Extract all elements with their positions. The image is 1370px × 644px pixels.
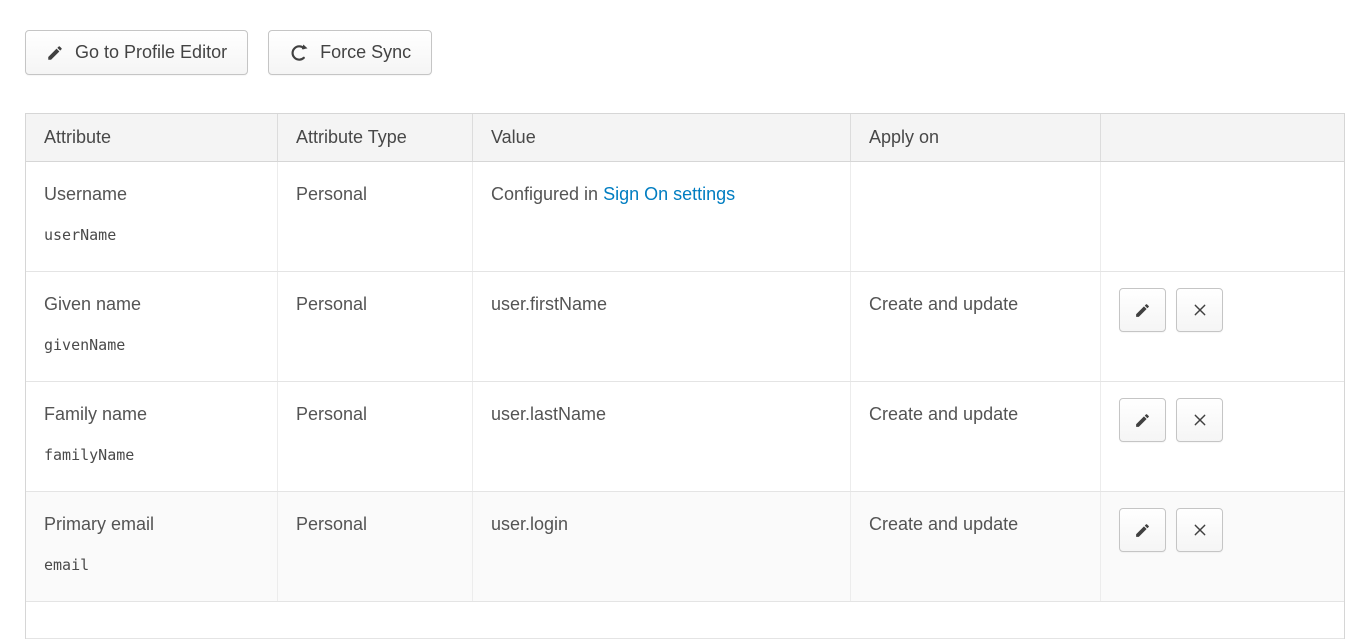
toolbar: Go to Profile Editor Force Sync (25, 30, 1345, 75)
pencil-icon (1134, 522, 1151, 539)
attribute-label: Given name (44, 292, 259, 316)
attribute-type-cell: Personal (278, 382, 473, 491)
apply-on-cell: Create and update (851, 272, 1101, 381)
attribute-type-cell: Personal (278, 272, 473, 381)
pencil-icon (46, 44, 64, 62)
attribute-label: Username (44, 182, 259, 206)
apply-on-cell (851, 162, 1101, 271)
pencil-icon (1134, 412, 1151, 429)
attribute-cell: Family name familyName (26, 382, 278, 491)
edit-attribute-button[interactable] (1119, 288, 1166, 332)
go-to-profile-editor-button[interactable]: Go to Profile Editor (25, 30, 248, 75)
attribute-cell: Primary email email (26, 492, 278, 601)
delete-attribute-button[interactable] (1176, 288, 1223, 332)
sync-icon (289, 43, 309, 63)
edit-attribute-button[interactable] (1119, 508, 1166, 552)
go-to-profile-editor-label: Go to Profile Editor (75, 42, 227, 63)
attribute-mapping-table: Attribute Attribute Type Value Apply on … (25, 113, 1345, 639)
force-sync-button[interactable]: Force Sync (268, 30, 432, 75)
value-cell: Configured in Sign On settings (473, 162, 851, 271)
attribute-variable-name: email (44, 553, 259, 577)
column-header-attribute: Attribute (26, 114, 278, 161)
attribute-variable-name: familyName (44, 443, 259, 467)
apply-on-cell: Create and update (851, 492, 1101, 601)
table-header-row: Attribute Attribute Type Value Apply on (26, 114, 1344, 162)
sign-on-settings-link[interactable]: Sign On settings (603, 184, 735, 204)
x-icon (1192, 522, 1208, 538)
table-row-username: Username userName Personal Configured in… (26, 162, 1344, 272)
attribute-mappings-page: Go to Profile Editor Force Sync Attribut… (0, 0, 1370, 639)
pencil-icon (1134, 302, 1151, 319)
attribute-variable-name: givenName (44, 333, 259, 357)
apply-on-cell: Create and update (851, 382, 1101, 491)
x-icon (1192, 412, 1208, 428)
table-row-family-name: Family name familyName Personal user.las… (26, 382, 1344, 492)
value-text: Configured in (491, 184, 598, 204)
attribute-cell: Given name givenName (26, 272, 278, 381)
x-icon (1192, 302, 1208, 318)
value-cell: user.login (473, 492, 851, 601)
column-header-actions (1101, 114, 1344, 161)
edit-attribute-button[interactable] (1119, 398, 1166, 442)
table-row-given-name: Given name givenName Personal user.first… (26, 272, 1344, 382)
attribute-variable-name: userName (44, 223, 259, 247)
attribute-cell: Username userName (26, 162, 278, 271)
delete-attribute-button[interactable] (1176, 398, 1223, 442)
actions-cell (1101, 382, 1344, 491)
attribute-type-cell: Personal (278, 162, 473, 271)
attribute-label: Family name (44, 402, 259, 426)
delete-attribute-button[interactable] (1176, 508, 1223, 552)
table-row-partial (26, 602, 1344, 639)
column-header-value: Value (473, 114, 851, 161)
column-header-apply-on: Apply on (851, 114, 1101, 161)
column-header-attribute-type: Attribute Type (278, 114, 473, 161)
table-row-primary-email: Primary email email Personal user.login … (26, 492, 1344, 602)
actions-cell (1101, 162, 1344, 271)
actions-cell (1101, 272, 1344, 381)
attribute-label: Primary email (44, 512, 259, 536)
actions-cell (1101, 492, 1344, 601)
value-cell: user.lastName (473, 382, 851, 491)
force-sync-label: Force Sync (320, 42, 411, 63)
value-cell: user.firstName (473, 272, 851, 381)
attribute-type-cell: Personal (278, 492, 473, 601)
